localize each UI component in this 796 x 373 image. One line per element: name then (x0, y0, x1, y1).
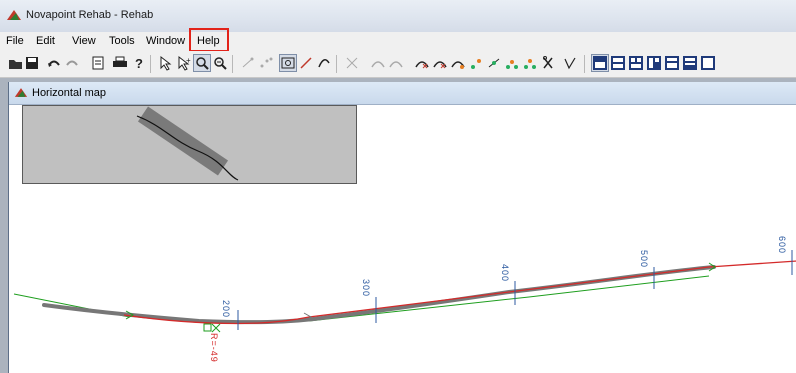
map-canvas[interactable]: 200 300 400 500 600 R=-49 (9, 105, 796, 373)
measure-2-icon[interactable] (562, 55, 578, 71)
print-icon[interactable] (112, 55, 128, 71)
zoom-extents-icon[interactable] (279, 54, 297, 72)
novapoint-app-icon (7, 10, 21, 20)
alignment-drawing (13, 250, 796, 333)
help-cursor-icon[interactable]: ? (130, 55, 146, 71)
delete-curve-2-icon[interactable] (432, 55, 448, 71)
save-icon[interactable] (24, 55, 40, 71)
layout-4-icon[interactable] (646, 55, 662, 71)
layout-6-icon[interactable] (682, 55, 698, 71)
measure-icon[interactable] (540, 55, 556, 71)
select-add-icon[interactable]: + (176, 55, 192, 71)
curve-radius-label: R=-49 (209, 333, 219, 363)
station-label-600: 600 (777, 236, 787, 255)
toolbar-separator (336, 55, 337, 73)
curve-left-icon[interactable] (370, 55, 386, 71)
page-icon[interactable] (90, 55, 106, 71)
layout-2-icon[interactable] (610, 55, 626, 71)
menu-edit[interactable]: Edit (35, 35, 56, 47)
horizontal-map-window: Horizontal map 200 300 400 500 600 R=-49 (8, 82, 796, 373)
menu-file[interactable]: File (5, 35, 25, 47)
move-node-icon[interactable] (468, 55, 484, 71)
zoom-window-icon[interactable] (193, 54, 211, 72)
cut-icon[interactable] (522, 55, 538, 71)
toolbar: ? + (0, 51, 796, 78)
station-label-300: 300 (361, 279, 371, 298)
multi-point-icon[interactable] (258, 55, 274, 71)
menu-view[interactable]: View (71, 35, 97, 47)
station-label-500: 500 (639, 250, 649, 269)
arc-tool-icon[interactable] (316, 55, 332, 71)
toolbar-separator (584, 55, 585, 73)
redo-icon[interactable] (64, 55, 80, 71)
zoom-out-icon[interactable] (212, 55, 228, 71)
menu-bar: File Edit View Tools Window Help (0, 32, 796, 51)
delete-curve-icon[interactable] (414, 55, 430, 71)
map-window-icon (14, 88, 28, 97)
menu-window[interactable]: Window (145, 35, 186, 47)
svg-text:?: ? (135, 56, 143, 71)
station-label-400: 400 (500, 264, 510, 283)
erase-node-icon[interactable] (344, 55, 360, 71)
layout-3-icon[interactable] (628, 55, 644, 71)
title-bar: Novapoint Rehab - Rehab (0, 0, 796, 32)
child-window-title: Horizontal map (32, 87, 106, 99)
svg-text:+: + (186, 56, 191, 65)
menu-tools[interactable]: Tools (108, 35, 136, 47)
help-highlight-box (189, 28, 229, 52)
layout-7-icon[interactable] (700, 55, 716, 71)
line-tool-icon[interactable] (298, 55, 314, 71)
open-folder-icon[interactable] (8, 55, 24, 71)
undo-icon[interactable] (46, 55, 62, 71)
add-node-2-icon[interactable] (504, 55, 520, 71)
select-icon[interactable] (158, 55, 174, 71)
layout-5-icon[interactable] (664, 55, 680, 71)
station-label-200: 200 (221, 300, 231, 319)
toolbar-separator (150, 55, 151, 73)
window-title: Novapoint Rehab - Rehab (26, 9, 154, 21)
point-tool-icon[interactable] (240, 55, 256, 71)
toolbar-separator (232, 55, 233, 73)
curve-right-icon[interactable] (388, 55, 404, 71)
add-node-icon[interactable] (486, 55, 502, 71)
insert-node-icon[interactable] (450, 55, 466, 71)
child-title-bar[interactable]: Horizontal map (9, 82, 796, 105)
layout-1-icon[interactable] (591, 54, 609, 72)
